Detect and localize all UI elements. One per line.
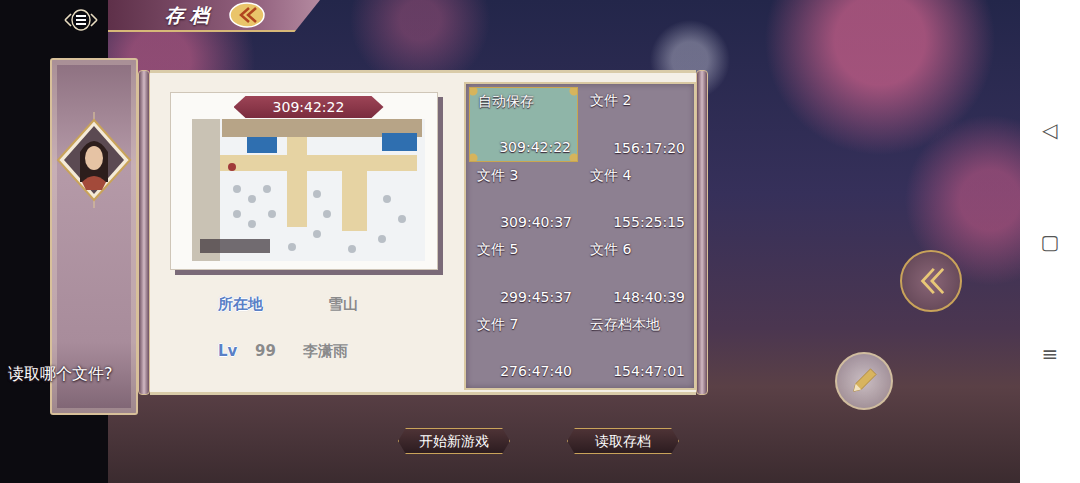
prompt-text: 读取哪个文件? <box>8 362 113 386</box>
slot-time: 276:47:40 <box>500 361 572 382</box>
header: 存档 <box>0 0 1020 40</box>
side-panel <box>50 58 138 415</box>
menu-icon[interactable] <box>62 4 100 36</box>
save-slot[interactable]: 文件 3 309:40:37 <box>469 162 578 237</box>
page-title: 存档 <box>165 1 215 30</box>
home-button[interactable]: ▢ <box>1041 230 1060 254</box>
save-slot[interactable]: 文件 2 156:17:20 <box>582 87 691 162</box>
slot-time: 309:40:37 <box>500 212 572 233</box>
save-scroll: 309:42:22 <box>138 70 708 395</box>
slot-label: 文件 7 <box>477 314 572 335</box>
level-value: 99 <box>255 340 303 363</box>
save-slot-grid: 自动保存309:42:22文件 2156:17:20文件 3309:40:37文… <box>464 82 696 390</box>
action-bar: 开始新游戏 读取存档 <box>0 428 1020 454</box>
slot-time: 156:17:20 <box>613 138 685 159</box>
save-slot[interactable]: 文件 6 148:40:39 <box>582 236 691 311</box>
slot-label: 自动保存 <box>478 91 571 112</box>
map-thumbnail <box>192 119 425 261</box>
load-save-button[interactable]: 读取存档 <box>567 428 679 454</box>
new-game-button[interactable]: 开始新游戏 <box>398 428 510 454</box>
preview: 309:42:22 <box>170 92 438 363</box>
recents-button[interactable]: ≡ <box>1042 342 1059 366</box>
save-info: 所在地雪山 Lv99李潇雨 <box>170 292 438 363</box>
slot-label: 文件 4 <box>590 165 685 186</box>
character-row: Lv99李潇雨 <box>218 339 438 363</box>
slot-label: 云存档本地 <box>590 314 685 335</box>
slot-time: 155:25:15 <box>613 212 685 233</box>
left-column: 读取哪个文件? <box>0 58 138 415</box>
pencil-icon <box>837 354 891 408</box>
slot-time: 299:45:37 <box>500 287 572 308</box>
system-nav-bar: ◁ ▢ ≡ <box>1020 0 1080 483</box>
location-label: 所在地 <box>218 293 328 316</box>
edit-button[interactable] <box>835 352 893 410</box>
screen: 存档 读取哪个文件? <box>0 0 1080 483</box>
game-screen: 存档 读取哪个文件? <box>0 0 1020 483</box>
character-name: 李潇雨 <box>303 340 348 363</box>
play-time: 309:42:22 <box>273 99 345 115</box>
slot-label: 文件 2 <box>590 90 685 111</box>
double-arrow-icon <box>902 252 960 310</box>
parchment: 309:42:22 <box>150 70 696 395</box>
scroll-rod <box>696 70 708 395</box>
back-arrow-icon[interactable] <box>229 2 265 28</box>
slot-time: 154:47:01 <box>613 361 685 382</box>
location-value: 雪山 <box>328 293 358 316</box>
level-label: Lv <box>218 340 255 363</box>
save-slot[interactable]: 文件 7 276:47:40 <box>469 311 578 386</box>
slot-label: 文件 6 <box>590 239 685 260</box>
slot-time: 148:40:39 <box>613 287 685 308</box>
save-slot[interactable]: 云存档本地 154:47:01 <box>582 311 691 386</box>
save-slot[interactable]: 文件 4 155:25:15 <box>582 162 691 237</box>
title-banner: 存档 <box>108 0 320 32</box>
play-time-tab: 309:42:22 <box>234 96 384 118</box>
slot-label: 文件 5 <box>477 239 572 260</box>
portrait-icon <box>54 112 134 208</box>
location-row: 所在地雪山 <box>218 292 438 316</box>
save-slot[interactable]: 文件 5 299:45:37 <box>469 236 578 311</box>
scroll-rod <box>138 70 150 395</box>
back-button[interactable]: ◁ <box>1042 118 1057 142</box>
save-slot[interactable]: 自动保存 309:42:22 <box>469 87 578 162</box>
preview-frame: 309:42:22 <box>170 92 438 270</box>
next-page-button[interactable] <box>900 250 962 312</box>
slot-label: 文件 3 <box>477 165 572 186</box>
slot-time: 309:42:22 <box>499 137 571 158</box>
